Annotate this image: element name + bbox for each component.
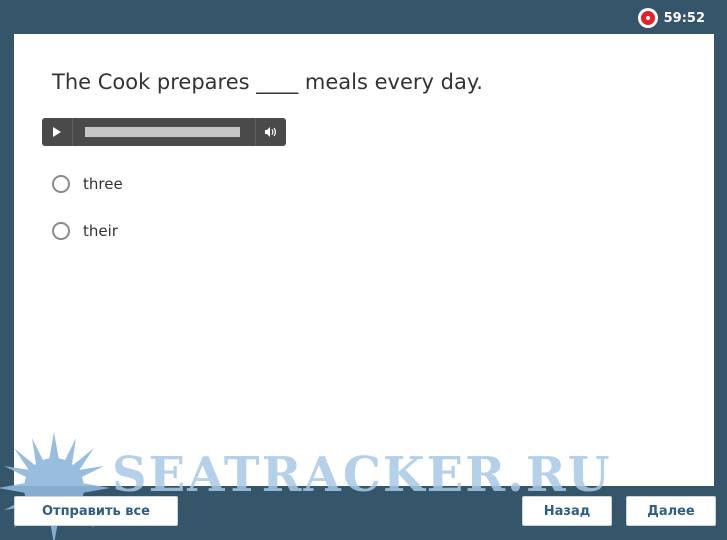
submit-all-button[interactable]: Отправить все <box>14 496 178 526</box>
option-three[interactable]: three <box>52 172 123 196</box>
play-icon <box>53 127 61 137</box>
timer-text: 59:52 <box>663 10 705 26</box>
question-text: The Cook prepares ____ meals every day. <box>52 70 483 94</box>
next-button[interactable]: Далее <box>626 496 716 526</box>
option-label: their <box>83 222 118 240</box>
timer: 59:52 <box>637 8 705 28</box>
option-label: three <box>83 175 123 193</box>
question-card: The Cook prepares ____ meals every day. … <box>14 34 714 486</box>
record-icon <box>637 8 658 28</box>
back-button[interactable]: Назад <box>522 496 612 526</box>
footer-bar: Отправить все Назад Далее <box>0 488 727 540</box>
option-their[interactable]: their <box>52 219 123 243</box>
audio-player <box>42 118 286 146</box>
audio-progress-track[interactable] <box>85 127 240 137</box>
play-button[interactable] <box>42 118 73 146</box>
answer-options: three their <box>52 172 123 266</box>
volume-icon <box>265 127 276 137</box>
top-bar: 59:52 <box>0 0 727 34</box>
volume-button[interactable] <box>255 118 286 146</box>
radio-button[interactable] <box>52 175 70 193</box>
radio-button[interactable] <box>52 222 70 240</box>
